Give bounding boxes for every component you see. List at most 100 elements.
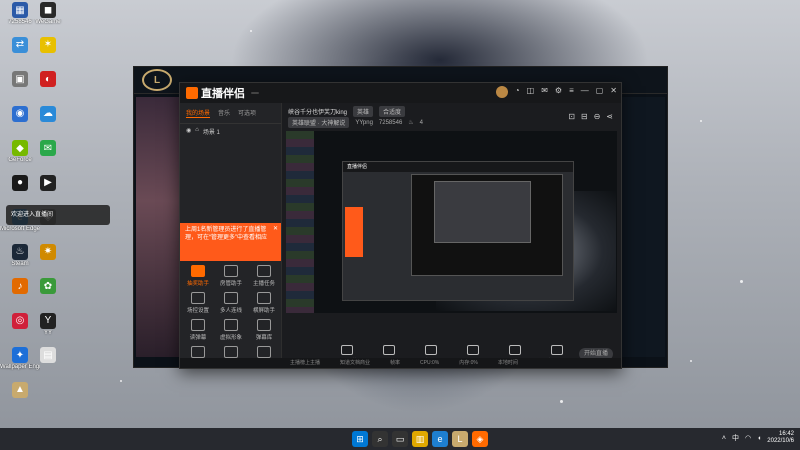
tab-music[interactable]: 音乐: [218, 108, 230, 118]
preview-nested-window: 直播伴侣: [342, 161, 574, 301]
source-button[interactable]: 麦克风: [499, 345, 531, 365]
volume-icon[interactable]: ◖: [757, 435, 761, 442]
app-icon: ◉: [12, 105, 28, 122]
gift-icon[interactable]: ⊡: [568, 112, 575, 121]
scene-item[interactable]: ◉ ⌂ 场景 1: [180, 124, 281, 139]
source-icon: [424, 345, 437, 355]
tool-button[interactable]: 主播任务: [248, 265, 280, 287]
taskbar-app-icon[interactable]: ◈: [472, 431, 488, 447]
app-icon: ◎: [12, 312, 28, 329]
shirt-icon[interactable]: ◫: [527, 86, 535, 98]
taskbar-app-icon[interactable]: e: [432, 431, 448, 447]
app-icon: ◆: [12, 140, 28, 156]
tool-button[interactable]: 读弹幕: [182, 319, 214, 341]
preview-game-strip: [286, 131, 314, 313]
tool-icon: [191, 292, 205, 304]
user-avatar[interactable]: [495, 86, 508, 98]
tool-button[interactable]: 房管助手: [215, 265, 247, 287]
source-button[interactable]: 摄像头: [373, 345, 405, 365]
maximize-icon[interactable]: ▢: [596, 86, 604, 98]
nested-title: 直播伴侣: [343, 162, 573, 172]
room-id-label: YYpng: [355, 119, 373, 126]
desktop-icon[interactable]: ▲: [0, 381, 40, 399]
room-title[interactable]: 峡谷千分也伊芙刀king: [288, 107, 347, 116]
taskbar-app-icon[interactable]: ⊞: [352, 431, 368, 447]
desktop-icon-label: YY: [43, 329, 52, 336]
room-chip-2[interactable]: 合适度: [379, 106, 406, 117]
shop-icon[interactable]: ⊟: [581, 112, 588, 121]
toast-suffix: 进入直播间: [23, 212, 54, 218]
clock[interactable]: 16:42 2022/10/6: [767, 431, 794, 445]
live-companion-window[interactable]: 直播伴侣 ◔ ◫ ✉ ⚙ ≡ — ▢ ✕ 我的场景 音乐 可选项 ◉ ⌂ 场景 …: [179, 82, 622, 369]
scene-tabs: 我的场景 音乐 可选项: [180, 103, 281, 124]
desktop-icon[interactable]: ✉: [28, 140, 68, 157]
tab-scenes[interactable]: 我的场景: [186, 108, 211, 118]
taskbar-app-icon[interactable]: L: [452, 431, 468, 447]
desktop-icon[interactable]: ✶: [28, 36, 68, 54]
source-icon: [382, 345, 395, 355]
tool-label: 场控设置: [186, 308, 209, 314]
tool-button[interactable]: 虚拟形象: [215, 319, 247, 341]
source-button[interactable]: 扬声器: [541, 345, 573, 365]
snow-flake: [120, 380, 122, 382]
tab-options[interactable]: 可选项: [238, 108, 256, 118]
wifi-icon[interactable]: ◠: [745, 434, 751, 442]
tool-icon: [191, 346, 205, 358]
status-item: 帧率: [390, 360, 401, 366]
status-item: CPU:0%: [420, 360, 440, 366]
settings-icon[interactable]: ⚙: [555, 86, 562, 98]
eye-icon[interactable]: ◉: [186, 127, 191, 136]
tool-button[interactable]: 横屏助手: [248, 292, 280, 314]
mail-icon[interactable]: ✉: [541, 86, 548, 98]
desktop-icon[interactable]: Y YY: [28, 312, 68, 337]
source-button[interactable]: 手机投屏: [415, 345, 447, 365]
desktop-icon[interactable]: ◼ WeGame: [28, 2, 68, 26]
desktop-icon-label: Steam: [11, 260, 29, 267]
tool-icon: [224, 346, 238, 358]
headset-icon[interactable]: ◔: [515, 86, 520, 98]
desktop-icon[interactable]: ☁: [28, 105, 68, 123]
tool-button[interactable]: 抽奖助手: [182, 265, 214, 287]
desktop-icon[interactable]: ▶: [28, 174, 68, 192]
tool-label: 读弹幕: [189, 335, 207, 341]
app-icon: ♨: [12, 243, 28, 260]
taskbar-app-icon[interactable]: ⌕: [372, 431, 388, 447]
tool-button[interactable]: 弹幕库: [248, 319, 280, 341]
room-category[interactable]: 英雄联盟 · 大神解说: [288, 117, 350, 128]
desktop-icon[interactable]: ✿: [28, 278, 68, 295]
source-button[interactable]: 多媒体: [457, 345, 489, 365]
promo-text: 上周1名新管理员进行了直播管理，可在“管理更多”中查看相应: [185, 227, 267, 241]
tool-label: 弹幕库: [255, 335, 273, 341]
desktop-icon[interactable]: ◐: [28, 71, 68, 88]
taskbar-app-icon[interactable]: ▥: [412, 431, 428, 447]
tool-button[interactable]: 多人连线: [215, 292, 247, 314]
desktop-icon-label: WeGame: [35, 19, 61, 25]
main-panel: 峡谷千分也伊芙刀king 英雄 合适度 英雄联盟 · 大神解说 YYpng 72…: [282, 103, 621, 368]
source-button[interactable]: 直播屏幕: [331, 345, 363, 365]
stream-preview[interactable]: 直播伴侣: [286, 131, 617, 313]
input-method-icon[interactable]: 中: [732, 433, 739, 443]
minimize-icon[interactable]: —: [581, 86, 589, 98]
taskbar-app-icon[interactable]: ▭: [392, 431, 408, 447]
app-icon: ▣: [12, 71, 28, 87]
close-icon[interactable]: ✕: [610, 86, 617, 98]
admin-promo-banner[interactable]: 上周1名新管理员进行了直播管理，可在“管理更多”中查看相应 ✕: [180, 223, 281, 261]
menu-icon[interactable]: ≡: [569, 86, 574, 98]
share-icon[interactable]: ⋖: [606, 112, 613, 121]
room-chip-1[interactable]: 英雄: [353, 106, 374, 117]
chevron-up-icon[interactable]: ˄: [722, 435, 726, 442]
source-toolbar: 直播屏幕摄像头手机投屏多媒体麦克风扬声器: [282, 315, 621, 365]
desktop-icon-label: Microsoft Edge: [0, 226, 40, 232]
fire-icon: ♨: [408, 120, 414, 126]
tool-button[interactable]: 场控设置: [182, 292, 214, 314]
lock-icon[interactable]: ⌂: [195, 127, 199, 136]
toast-prefix: 欢迎: [11, 212, 24, 218]
desktop-icon[interactable]: ✷: [28, 243, 68, 261]
snow-flake: [740, 280, 743, 283]
app-icon: ▦: [12, 2, 28, 18]
app-icon: ▤: [40, 347, 56, 363]
promo-close-icon[interactable]: ✕: [273, 225, 278, 233]
desktop-icon[interactable]: ▤: [28, 347, 68, 364]
sound-icon[interactable]: ⊖: [594, 112, 601, 121]
snow-flake: [690, 360, 692, 362]
